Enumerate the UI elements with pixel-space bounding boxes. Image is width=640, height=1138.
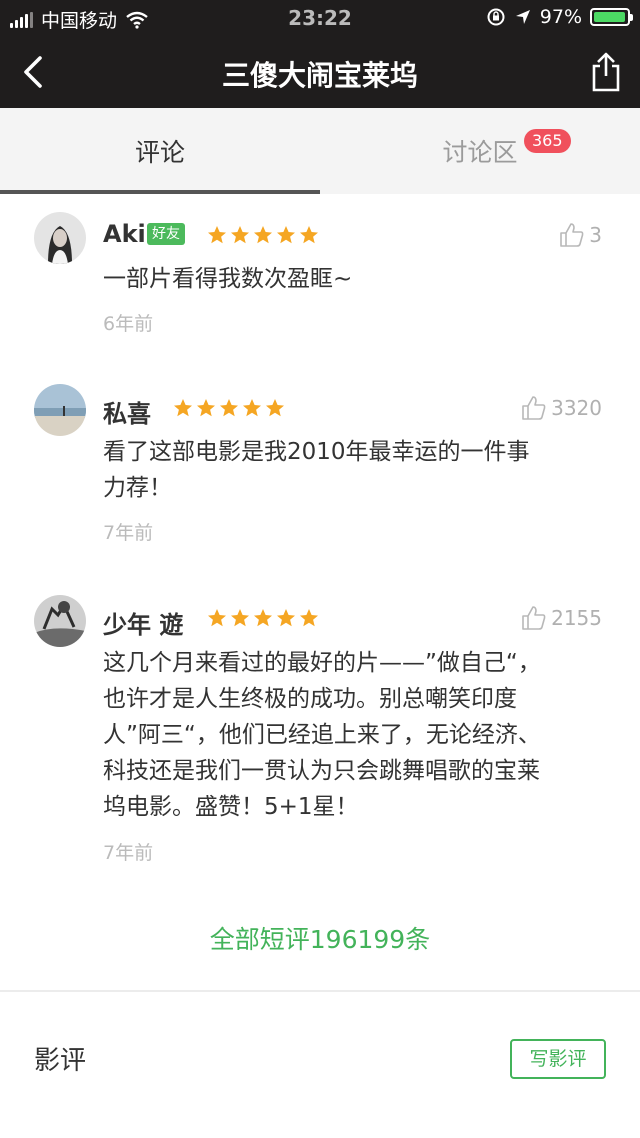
- comment-line: 这几个月来看过的最好的片——”做自己“，: [103, 650, 541, 676]
- section-divider: [0, 990, 640, 992]
- like-button[interactable]: 2155: [521, 605, 602, 631]
- battery-percent: 97%: [539, 6, 582, 28]
- friend-tag: 好友: [147, 223, 185, 245]
- star-icon: [220, 399, 238, 417]
- star-icon: [266, 399, 284, 417]
- comment-line: 看了这部电影是我2010年最幸运的一件事: [103, 439, 530, 465]
- star-icon: [208, 226, 226, 244]
- rating-stars: [207, 225, 319, 245]
- comment-line: 坞电影。盛赞！5+1星！: [103, 794, 359, 820]
- avatar[interactable]: [34, 595, 86, 647]
- star-icon: [300, 226, 318, 244]
- avatar[interactable]: [34, 212, 86, 264]
- thumbs-up-icon: [522, 606, 546, 630]
- star-icon: [254, 226, 272, 244]
- location-icon: [515, 10, 530, 24]
- star-icon: [254, 609, 272, 627]
- star-icon: [300, 609, 318, 627]
- star-icon: [231, 226, 249, 244]
- rating-stars: [173, 398, 285, 418]
- comment-line: 也许才是人生终极的成功。别总嘲笑印度: [103, 686, 517, 712]
- comment-author[interactable]: 私喜: [103, 394, 151, 429]
- battery-fill: [594, 12, 625, 22]
- comment-time: 7年前: [103, 522, 154, 544]
- write-review-button[interactable]: 写影评: [510, 1039, 606, 1079]
- star-icon: [208, 609, 226, 627]
- page-title: 三傻大闹宝莱坞: [221, 59, 418, 92]
- like-count: 2155: [551, 606, 602, 630]
- comment-time: 7年前: [103, 842, 154, 864]
- like-button[interactable]: 3: [559, 222, 602, 248]
- battery-icon: [590, 8, 633, 26]
- star-icon: [243, 399, 261, 417]
- comment-author[interactable]: Aki: [103, 220, 146, 248]
- like-button[interactable]: 3320: [521, 395, 602, 421]
- comment-line: 一部片看得我数次盈眶~: [103, 266, 353, 292]
- comment-line: 力荐！: [103, 475, 172, 501]
- active-tab-indicator: [0, 190, 320, 194]
- discussion-count-badge: 365: [524, 129, 571, 153]
- share-icon[interactable]: [586, 50, 626, 94]
- avatar[interactable]: [34, 384, 86, 436]
- comment-line: 人”阿三“，他们已经追上来了，无论经济、: [103, 722, 541, 748]
- star-icon: [231, 609, 249, 627]
- star-icon: [174, 399, 192, 417]
- comment-text: 这几个月来看过的最好的片——”做自己“， 也许才是人生终极的成功。别总嘲笑印度 …: [103, 645, 603, 825]
- tab-discussion[interactable]: 讨论区: [320, 108, 640, 194]
- star-icon: [277, 226, 295, 244]
- all-short-comments-link[interactable]: 全部短评196199条: [0, 920, 640, 956]
- comment-text: 一部片看得我数次盈眶~: [103, 261, 603, 297]
- thumbs-up-icon: [560, 223, 584, 247]
- top-bar: 中国移动 23:22 97% 三傻大闹宝莱坞: [0, 0, 640, 108]
- app-root: 中国移动 23:22 97% 三傻大闹宝莱坞 评论 讨论区 365 Aki 好友…: [0, 0, 640, 1138]
- like-count: 3320: [551, 396, 602, 420]
- nav-bar: 三傻大闹宝莱坞: [0, 36, 640, 108]
- thumbs-up-icon: [522, 396, 546, 420]
- status-bar: 中国移动 23:22 97%: [0, 0, 640, 36]
- status-right: 97%: [486, 6, 633, 28]
- star-icon: [277, 609, 295, 627]
- rating-stars: [207, 608, 319, 628]
- star-icon: [197, 399, 215, 417]
- comment-author[interactable]: 少年 遊: [103, 605, 183, 640]
- like-count: 3: [589, 223, 602, 247]
- tab-comments[interactable]: 评论: [0, 108, 320, 194]
- comment-time: 6年前: [103, 313, 154, 335]
- comment-text: 看了这部电影是我2010年最幸运的一件事 力荐！: [103, 434, 603, 506]
- reviews-section-title: 影评: [34, 1046, 87, 1076]
- comment-line: 科技还是我们一贯认为只会跳舞唱歌的宝莱: [103, 758, 540, 784]
- rotation-lock-icon: [487, 8, 505, 26]
